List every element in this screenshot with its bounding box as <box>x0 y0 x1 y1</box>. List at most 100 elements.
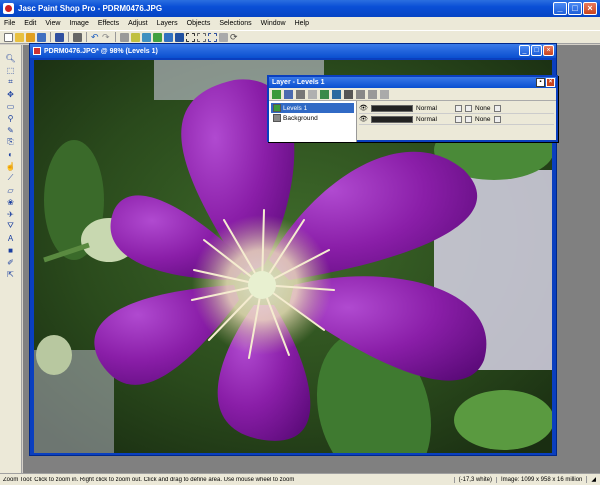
app-icon[interactable] <box>3 3 14 14</box>
flood-fill-icon[interactable]: ⛛ <box>4 221 17 231</box>
paste-layer-icon[interactable] <box>153 32 162 42</box>
menu-layers[interactable]: Layers <box>157 20 178 27</box>
new-raster-layer-icon[interactable] <box>272 89 281 99</box>
group-link-label[interactable]: None <box>475 116 491 123</box>
group-link-label[interactable]: None <box>475 105 491 112</box>
text-tool-icon[interactable]: A <box>4 233 17 243</box>
selection-tool-icon[interactable]: ▭ <box>4 101 17 111</box>
document-title-bar[interactable]: PDRM0476.JPG* @ 98% (Levels 1) <box>30 44 556 58</box>
app-title-bar[interactable]: Jasc Paint Shop Pro - PDRM0476.JPG _ □ × <box>0 0 600 17</box>
raster-layer-icon <box>273 114 281 122</box>
layer-row-levels[interactable]: Levels 1 <box>271 103 354 113</box>
lock-transparency-icon[interactable] <box>455 104 462 112</box>
color-replacer-icon[interactable]: ◐ <box>4 149 17 159</box>
lock-layer-icon[interactable] <box>380 89 389 99</box>
resize-grip-icon[interactable]: ◢ <box>586 476 600 483</box>
paste-icon[interactable] <box>142 32 151 42</box>
select-none-icon[interactable] <box>197 32 206 42</box>
layer-row-background[interactable]: Background <box>271 113 354 123</box>
layer-props-row: 👁︎ Normal None <box>359 114 554 125</box>
dropper-tool-icon[interactable]: ⚲ <box>4 113 17 123</box>
object-selector-icon[interactable]: ⇱ <box>4 269 17 279</box>
crop-tool-icon[interactable]: ⌗ <box>4 77 17 87</box>
select-all-icon[interactable] <box>186 32 195 42</box>
layer-properties-icon[interactable] <box>356 89 365 99</box>
cursor-info: (-17,3 white) <box>453 476 496 483</box>
maximize-button[interactable]: □ <box>568 2 582 15</box>
visibility-eye-icon[interactable]: 👁︎ <box>359 115 368 123</box>
new-file-icon[interactable] <box>4 32 13 42</box>
layer-link-icon[interactable] <box>493 115 501 123</box>
menu-objects[interactable]: Objects <box>187 20 211 27</box>
document-title: PDRM0476.JPG* @ 98% (Levels 1) <box>44 47 158 55</box>
menu-window[interactable]: Window <box>261 20 286 27</box>
undo-icon[interactable]: ↶ <box>91 32 100 42</box>
tool-palette: 🔍︎ ⬚ ⌗ ✥ ▭ ⚲ ✎ ⎘ ◐ ☝ ⟋ ▱ ❀ ✈ ⛛ A ■ ✐ ⇱ <box>0 45 22 473</box>
layers-palette[interactable]: Layer - Levels 1 ▪ × Levels 1 Background <box>267 75 558 142</box>
menu-selections[interactable]: Selections <box>219 20 251 27</box>
eraser-tool-icon[interactable]: ▱ <box>4 185 17 195</box>
new-adjustment-layer-icon[interactable] <box>308 89 317 99</box>
menu-file[interactable]: File <box>4 20 15 27</box>
visibility-eye-icon[interactable]: 👁︎ <box>359 104 368 112</box>
toolbar-separator <box>86 32 87 42</box>
status-message: Zoom Tool: Click to zoom in. Right click… <box>3 476 295 483</box>
draw-tool-icon[interactable]: ✐ <box>4 257 17 267</box>
airbrush-icon[interactable]: ✈ <box>4 209 17 219</box>
opacity-slider[interactable] <box>371 104 413 112</box>
menu-effects[interactable]: Effects <box>98 20 119 27</box>
save-icon[interactable] <box>55 32 64 42</box>
clear-icon[interactable] <box>175 32 184 42</box>
copy-icon[interactable] <box>131 32 140 42</box>
new-layer-group-icon[interactable] <box>320 89 329 99</box>
rotate-icon[interactable]: ⟳ <box>230 32 239 42</box>
close-button[interactable]: × <box>583 2 597 15</box>
new-vector-layer-icon[interactable] <box>284 89 293 99</box>
blend-mode-select[interactable]: Normal <box>416 116 452 123</box>
layers-pin-button[interactable]: ▪ <box>536 78 545 87</box>
layer-name: Background <box>283 114 318 122</box>
invert-selection-icon[interactable] <box>208 32 217 42</box>
new-mask-layer-icon[interactable] <box>296 89 305 99</box>
move-tool-icon[interactable]: ✥ <box>4 89 17 99</box>
menu-view[interactable]: View <box>45 20 60 27</box>
mask-link-icon[interactable] <box>465 115 472 123</box>
doc-close-button[interactable]: × <box>543 45 554 56</box>
layers-close-button[interactable]: × <box>546 78 555 87</box>
open-folder-icon[interactable] <box>15 32 24 42</box>
doc-minimize-button[interactable]: _ <box>519 45 530 56</box>
opacity-slider[interactable] <box>371 115 413 123</box>
retouch-tool-icon[interactable]: ☝ <box>4 161 17 171</box>
scan-icon[interactable] <box>37 32 46 42</box>
float-selection-icon[interactable] <box>219 32 228 42</box>
clone-brush-icon[interactable]: ⎘ <box>4 137 17 147</box>
paint-brush-icon[interactable]: ✎ <box>4 125 17 135</box>
minimize-button[interactable]: _ <box>553 2 567 15</box>
zoom-tool-icon[interactable]: 🔍︎ <box>4 53 17 63</box>
preset-shapes-icon[interactable]: ■ <box>4 245 17 255</box>
mask-link-icon[interactable] <box>465 104 472 112</box>
merge-layer-icon[interactable] <box>368 89 377 99</box>
toolbar-separator <box>115 32 116 42</box>
cut-icon[interactable] <box>120 32 129 42</box>
paste-selection-icon[interactable] <box>164 32 173 42</box>
browse-icon[interactable] <box>26 32 35 42</box>
blend-mode-select[interactable]: Normal <box>416 105 452 112</box>
menu-help[interactable]: Help <box>295 20 309 27</box>
layers-palette-title-text: Layer - Levels 1 <box>272 79 325 86</box>
layers-list: Levels 1 Background 👁︎ Normal None 👁︎ No… <box>269 101 556 142</box>
lock-transparency-icon[interactable] <box>455 115 462 123</box>
delete-layer-icon[interactable] <box>344 89 353 99</box>
menu-image[interactable]: Image <box>69 20 88 27</box>
layers-palette-title[interactable]: Layer - Levels 1 ▪ × <box>269 77 556 88</box>
scratch-remover-icon[interactable]: ⟋ <box>4 173 17 183</box>
doc-maximize-button[interactable]: □ <box>531 45 542 56</box>
menu-adjust[interactable]: Adjust <box>128 20 147 27</box>
deform-tool-icon[interactable]: ⬚ <box>4 65 17 75</box>
redo-icon[interactable]: ↷ <box>102 32 111 42</box>
menu-edit[interactable]: Edit <box>24 20 36 27</box>
layer-link-icon[interactable] <box>493 104 501 112</box>
print-icon[interactable] <box>73 32 82 42</box>
picture-tube-icon[interactable]: ❀ <box>4 197 17 207</box>
duplicate-layer-icon[interactable] <box>332 89 341 99</box>
